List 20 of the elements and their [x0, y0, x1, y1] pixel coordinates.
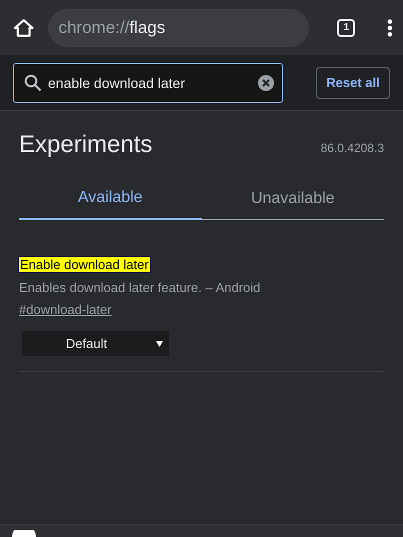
version-number: 86.0.4208.3 [320, 141, 384, 155]
search-query: enable download later [48, 74, 186, 90]
menu-icon[interactable] [387, 18, 393, 36]
page-title: Experiments [19, 131, 152, 159]
clear-icon[interactable] [258, 74, 274, 90]
caret-icon [156, 341, 163, 347]
flag-description: Enables download later feature. – Android [19, 280, 262, 295]
search-icon [24, 74, 42, 92]
flag-link[interactable]: #download-later [19, 302, 112, 317]
tab[interactable]: Available [19, 184, 202, 220]
address-bar[interactable]: chrome://flags [48, 8, 310, 46]
tab[interactable]: Unavailable [202, 184, 384, 220]
reset-all-button[interactable]: Reset all [316, 66, 390, 98]
url-host: flags [129, 18, 166, 38]
flag-dropdown[interactable]: Default [22, 331, 169, 356]
url-scheme: chrome:// [58, 18, 130, 38]
flag-title: Enable download later [19, 257, 150, 272]
tab-count-button[interactable]: 1 [337, 18, 356, 36]
home-icon[interactable] [13, 18, 34, 38]
search-field[interactable]: enable download later [13, 62, 283, 102]
